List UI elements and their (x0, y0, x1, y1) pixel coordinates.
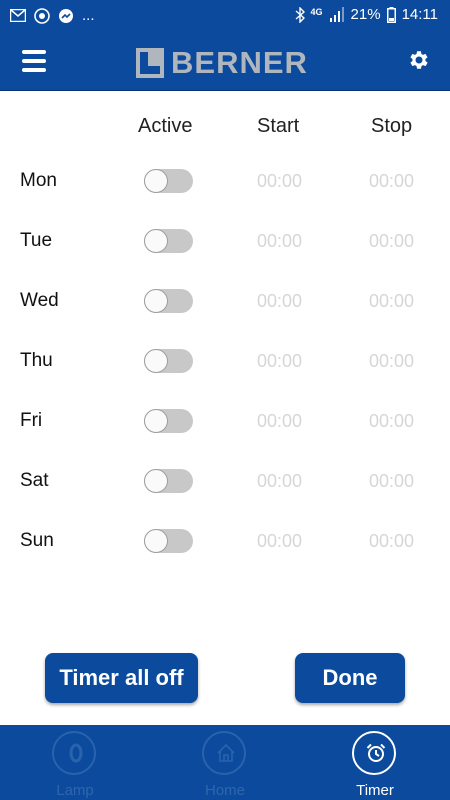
brand-name: BERNER (171, 45, 308, 80)
active-toggle-wed[interactable] (144, 289, 193, 313)
timer-row-sun: Sun 00:00 00:00 (0, 521, 450, 561)
active-toggle-mon[interactable] (144, 169, 193, 193)
timer-row-mon: Mon 00:00 00:00 (0, 161, 450, 201)
day-label: Tue (20, 230, 53, 251)
day-label: Sun (20, 530, 54, 551)
day-label: Wed (20, 290, 59, 311)
brand-logo: BERNER (136, 45, 308, 81)
battery-icon (386, 6, 396, 23)
home-icon (217, 743, 235, 762)
timer-row-thu: Thu 00:00 00:00 (0, 341, 450, 381)
messenger-icon (59, 8, 73, 23)
active-toggle-thu[interactable] (144, 349, 193, 373)
clock: 14:11 (401, 6, 438, 23)
status-bar-right: 4G 21% 14:11 (295, 6, 438, 23)
column-header-active: Active (138, 115, 193, 137)
berner-logo-mark (136, 48, 164, 78)
day-label: Thu (20, 350, 53, 371)
timer-all-off-button[interactable]: Timer all off (45, 653, 198, 703)
timer-row-fri: Fri 00:00 00:00 (0, 401, 450, 441)
active-toggle-sat[interactable] (144, 469, 193, 493)
stop-time-mon[interactable]: 00:00 (369, 171, 414, 192)
done-button[interactable]: Done (295, 653, 405, 703)
hamburger-menu-icon[interactable] (22, 50, 46, 72)
stop-time-wed[interactable]: 00:00 (369, 291, 414, 312)
status-more: ... (82, 7, 95, 24)
status-bar-left: ... (10, 7, 95, 24)
start-time-wed[interactable]: 00:00 (257, 291, 302, 312)
stop-time-tue[interactable]: 00:00 (369, 231, 414, 252)
app-header: BERNER (0, 32, 450, 91)
day-label: Fri (20, 410, 43, 431)
lamp-icon (69, 743, 83, 763)
start-time-sat[interactable]: 00:00 (257, 471, 302, 492)
gear-icon[interactable] (406, 48, 430, 72)
start-time-thu[interactable]: 00:00 (257, 351, 302, 372)
stop-time-sun[interactable]: 00:00 (369, 531, 414, 552)
timer-row-wed: Wed 00:00 00:00 (0, 281, 450, 321)
start-time-mon[interactable]: 00:00 (257, 171, 302, 192)
day-label: Sat (20, 470, 49, 491)
nav-label-timer: Timer (356, 782, 394, 799)
nav-item-lamp[interactable]: Lamp (0, 725, 150, 800)
stop-time-fri[interactable]: 00:00 (369, 411, 414, 432)
stop-time-sat[interactable]: 00:00 (369, 471, 414, 492)
nav-label-lamp: Lamp (56, 782, 94, 799)
mail-icon (10, 9, 26, 22)
bottom-navigation: Lamp Home Timer (0, 725, 450, 800)
active-toggle-sun[interactable] (144, 529, 193, 553)
nav-label-home: Home (204, 782, 245, 799)
day-label: Mon (20, 170, 57, 191)
nav-item-timer[interactable]: Timer (300, 725, 450, 800)
signal-icon (329, 7, 344, 22)
network-4g-icon: 4G (310, 6, 323, 17)
status-bar: ... 4G 21% 14:11 (0, 0, 450, 32)
start-time-fri[interactable]: 00:00 (257, 411, 302, 432)
bluetooth-icon (295, 6, 305, 23)
start-time-tue[interactable]: 00:00 (257, 231, 302, 252)
column-header-start: Start (257, 115, 300, 137)
timer-row-tue: Tue 00:00 00:00 (0, 221, 450, 261)
start-time-sun[interactable]: 00:00 (257, 531, 302, 552)
active-toggle-fri[interactable] (144, 409, 193, 433)
stop-time-thu[interactable]: 00:00 (369, 351, 414, 372)
battery-percent: 21% (350, 6, 381, 23)
chrome-icon (34, 7, 50, 24)
nav-item-home[interactable]: Home (150, 725, 300, 800)
alarm-clock-icon (366, 743, 386, 762)
active-toggle-tue[interactable] (144, 229, 193, 253)
timer-row-sat: Sat 00:00 00:00 (0, 461, 450, 501)
column-header-stop: Stop (371, 115, 413, 137)
